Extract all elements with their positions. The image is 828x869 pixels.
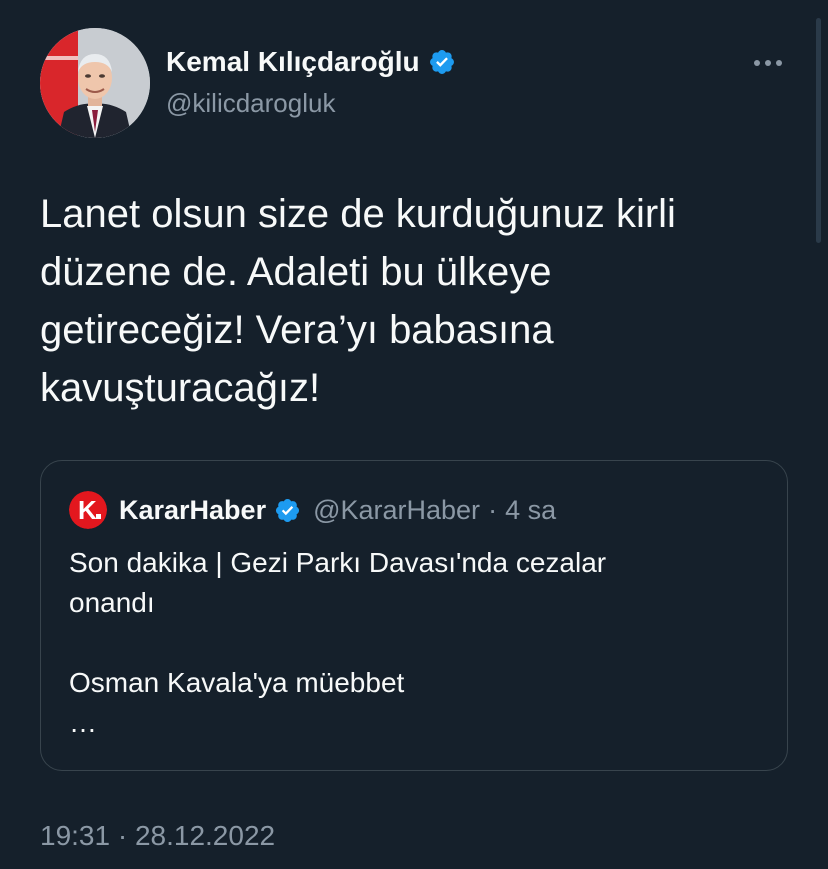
kararhaber-logo-icon: K	[69, 491, 107, 529]
quote-logo-letter: K	[78, 495, 97, 525]
tweet-detail-view: Kemal Kılıçdaroğlu @kilicdarogluk Lanet …	[0, 0, 828, 869]
tweet-timestamp[interactable]: 19:31 · 28.12.2022	[40, 820, 275, 852]
verified-badge-icon	[276, 498, 300, 522]
more-options-button[interactable]	[748, 48, 788, 78]
author-name[interactable]: Kemal Kılıçdaroğlu	[166, 46, 420, 78]
quote-author-handle[interactable]: @KararHaber	[313, 495, 480, 526]
author-name-row[interactable]: Kemal Kılıçdaroğlu	[166, 46, 456, 78]
author-handle[interactable]: @kilicdarogluk	[166, 88, 335, 119]
tweet-text: Lanet olsun size de kurduğunuz kirli düz…	[40, 192, 676, 410]
author-avatar[interactable]	[40, 28, 150, 138]
scrollbar[interactable]	[816, 18, 821, 243]
quote-tweet-text: Son dakika | Gezi Parkı Davası'nda cezal…	[69, 547, 607, 738]
quote-tweet-card[interactable]: K KararHaber @KararHaber · 4 sa Son daki…	[40, 460, 788, 771]
quote-tweet-header: K KararHaber @KararHaber · 4 sa	[69, 491, 556, 529]
more-options-icon	[754, 60, 782, 66]
quote-separator: ·	[488, 494, 498, 525]
author-photo	[40, 28, 150, 138]
quote-author-name[interactable]: KararHaber	[119, 495, 266, 526]
verified-badge-icon	[429, 50, 454, 74]
quote-timestamp[interactable]: 4 sa	[505, 495, 556, 526]
